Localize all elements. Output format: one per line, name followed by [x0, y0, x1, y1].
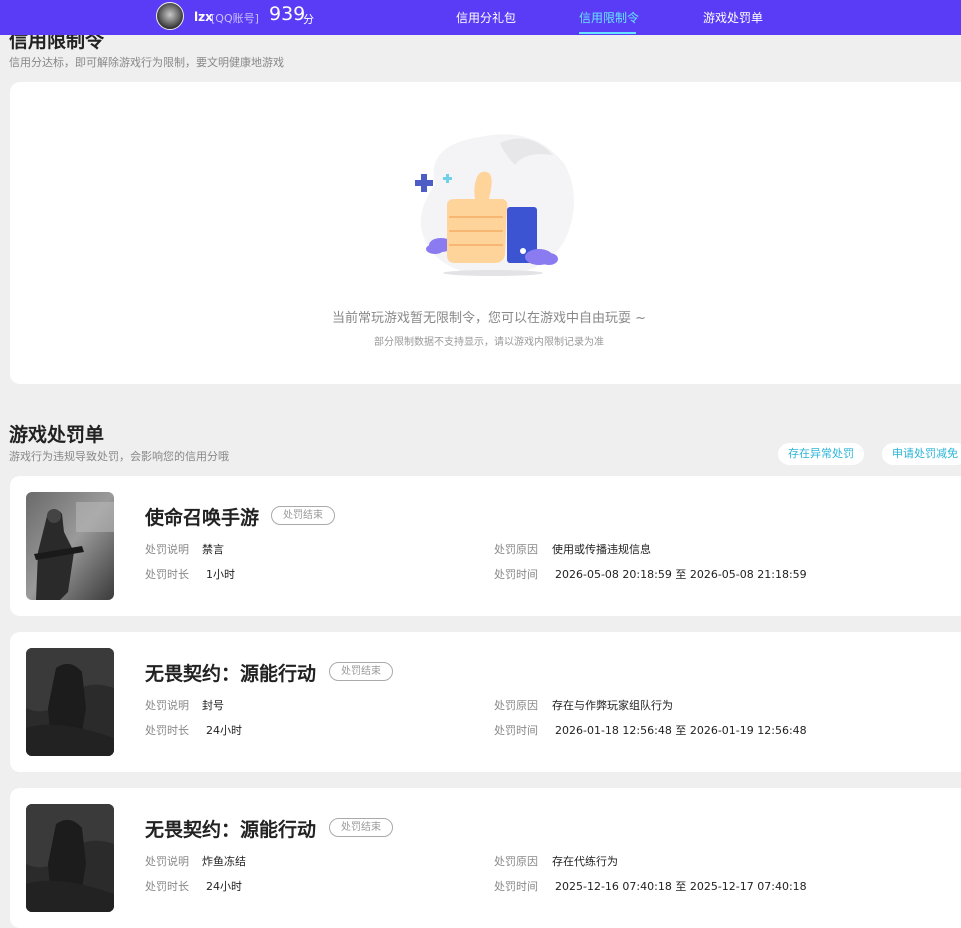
reason-value: 存在与作弊玩家组队行为 — [552, 699, 673, 712]
duration-label: 处罚时长 — [145, 880, 189, 893]
desc-value: 炸鱼冻结 — [202, 855, 246, 868]
duration-value: 1小时 — [206, 568, 235, 581]
time-value: 2026-05-08 20:18:59 至 2026-05-08 21:18:5… — [555, 568, 807, 581]
desc-label: 处罚说明 — [145, 699, 189, 712]
game-cover-image — [26, 804, 114, 912]
penalty-subtitle: 游戏行为违规导致处罚，会影响您的信用分哦 — [9, 450, 229, 463]
reason-value: 使用或传播违规信息 — [552, 543, 651, 556]
reason-label: 处罚原因 — [494, 543, 538, 556]
active-tab-indicator — [579, 32, 636, 34]
time-value: 2025-12-16 07:40:18 至 2025-12-17 07:40:1… — [555, 880, 807, 893]
status-badge: 处罚结束 — [329, 818, 393, 837]
tab-credit-restriction[interactable]: 信用限制令 — [579, 9, 639, 26]
penalty-title: 游戏处罚单 — [9, 424, 105, 446]
reason-value: 存在代练行为 — [552, 855, 618, 868]
game-cover-image — [26, 492, 114, 600]
reason-label: 处罚原因 — [494, 699, 538, 712]
desc-value: 禁言 — [202, 543, 224, 556]
reason-label: 处罚原因 — [494, 855, 538, 868]
empty-note: 部分限制数据不支持显示，请以游戏内限制记录为准 — [374, 337, 604, 348]
game-name: 无畏契约：源能行动 — [145, 663, 317, 685]
status-badge: 处罚结束 — [329, 662, 393, 681]
penalty-card: 无畏契约：源能行动 处罚结束 处罚说明 封号 处罚原因 存在与作弊玩家组队行为 … — [10, 632, 961, 772]
penalty-card: 使命召唤手游 处罚结束 处罚说明 禁言 处罚原因 使用或传播违规信息 处罚时长 … — [10, 476, 961, 616]
desc-label: 处罚说明 — [145, 543, 189, 556]
time-label: 处罚时间 — [494, 880, 538, 893]
desc-value: 封号 — [202, 699, 224, 712]
duration-value: 24小时 — [206, 880, 242, 893]
appeal-penalty-button[interactable]: 申请处罚减免 — [882, 443, 961, 465]
avatar[interactable] — [156, 2, 184, 30]
duration-value: 24小时 — [206, 724, 242, 737]
game-name: 无畏契约：源能行动 — [145, 819, 317, 841]
thumbs-up-icon — [415, 134, 574, 276]
tab-game-penalty[interactable]: 游戏处罚单 — [703, 9, 763, 26]
desc-label: 处罚说明 — [145, 855, 189, 868]
tab-credit-gift[interactable]: 信用分礼包 — [456, 9, 516, 26]
duration-label: 处罚时长 — [145, 724, 189, 737]
duration-label: 处罚时长 — [145, 568, 189, 581]
penalty-card: 无畏契约：源能行动 处罚结束 处罚说明 炸鱼冻结 处罚原因 存在代练行为 处罚时… — [10, 788, 961, 928]
time-value: 2026-01-18 12:56:48 至 2026-01-19 12:56:4… — [555, 724, 807, 737]
restriction-subtitle: 信用分达标，即可解除游戏行为限制，要文明健康地游戏 — [9, 56, 284, 69]
time-label: 处罚时间 — [494, 724, 538, 737]
top-header: lzx [QQ账号] 939 分 信用分礼包 信用限制令 游戏处罚单 — [0, 0, 961, 35]
time-label: 处罚时间 — [494, 568, 538, 581]
game-name: 使命召唤手游 — [145, 507, 260, 529]
credit-score-unit: 分 — [303, 13, 314, 26]
empty-message: 当前常玩游戏暂无限制令，您可以在游戏中自由玩耍 ~ — [331, 311, 647, 326]
credit-score: 939 — [269, 3, 306, 25]
account-type: [QQ账号] — [211, 12, 259, 25]
abnormal-penalty-button[interactable]: 存在异常处罚 — [778, 443, 864, 465]
game-cover-image — [26, 648, 114, 756]
status-badge: 处罚结束 — [271, 506, 335, 525]
